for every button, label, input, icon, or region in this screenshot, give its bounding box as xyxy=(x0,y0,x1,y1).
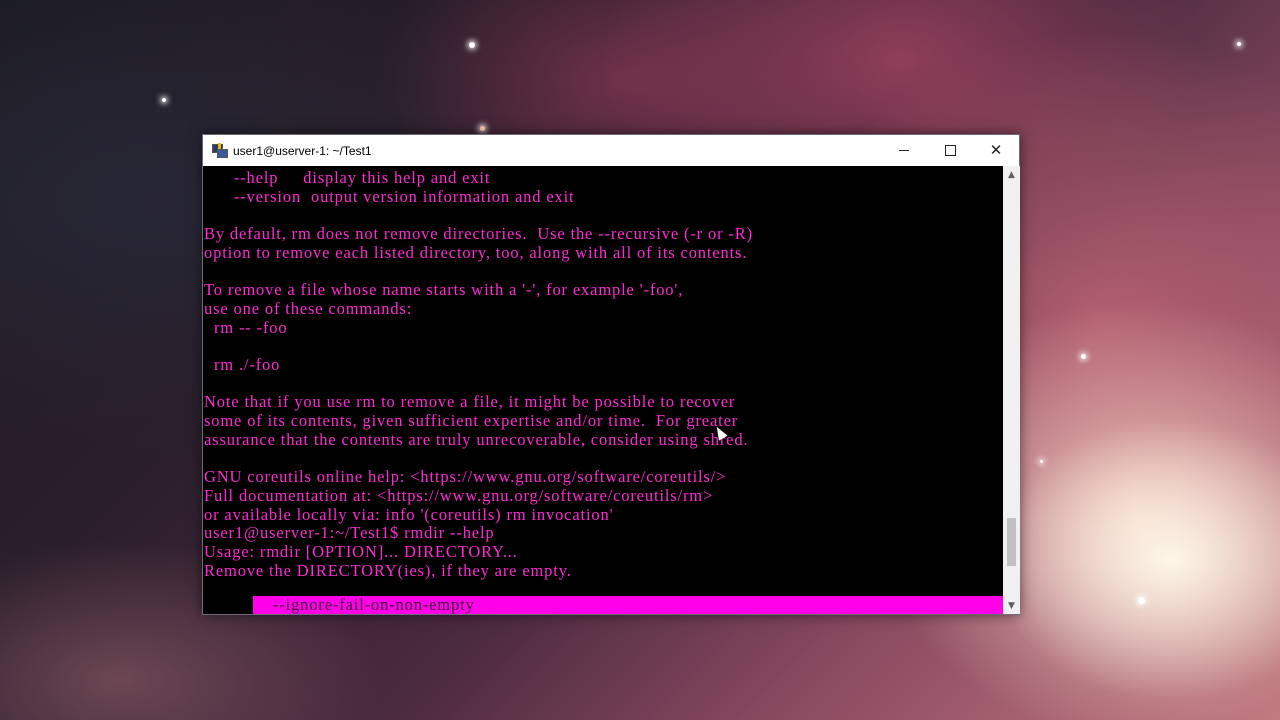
highlighted-line: --ignore-fail-on-non-empty xyxy=(263,595,475,614)
putty-icon[interactable] xyxy=(212,142,228,159)
close-button[interactable]: ✕ xyxy=(973,135,1019,166)
terminal-line: rm ./-foo xyxy=(204,355,281,374)
terminal-line: rm -- -foo xyxy=(204,317,288,337)
scroll-down-icon[interactable]: ▼ xyxy=(1003,597,1020,614)
terminal-line: GNU coreutils online help: <https://www.… xyxy=(204,467,727,487)
window-title: user1@userver-1: ~/Test1 xyxy=(233,143,372,158)
star xyxy=(480,126,485,131)
terminal-line: assurance that the contents are truly un… xyxy=(204,429,749,449)
terminal-line: option to remove each listed directory, … xyxy=(204,242,748,262)
close-icon: ✕ xyxy=(989,141,1003,159)
scroll-thumb[interactable] xyxy=(1007,518,1016,566)
terminal-line: Usage: rmdir [OPTION]... DIRECTORY... xyxy=(204,542,518,561)
star xyxy=(469,42,475,48)
star xyxy=(1081,354,1086,359)
maximize-icon xyxy=(944,145,956,156)
maximize-button[interactable] xyxy=(927,135,973,166)
terminal-line: or available locally via: info '(coreuti… xyxy=(204,504,614,524)
terminal-line: some of its contents, given sufficient e… xyxy=(204,411,739,431)
terminal-line: By default, rm does not remove directori… xyxy=(204,224,753,244)
vertical-scrollbar[interactable]: ▲ ▼ xyxy=(1003,166,1020,614)
star xyxy=(1138,597,1145,604)
terminal-output[interactable]: Remove the DIRECTORY(ies), if they are e… xyxy=(203,166,1003,614)
window-controls: ✕ xyxy=(881,135,1019,166)
terminal-line: Note that if you use rm to remove a file… xyxy=(204,392,736,412)
terminal-line: Full documentation at: <https://www.gnu.… xyxy=(204,485,714,505)
terminal-window: user1@userver-1: ~/Test1 ✕ Remove the DI… xyxy=(202,134,1020,615)
terminal-line: --version output version information and… xyxy=(204,186,575,206)
scroll-up-icon[interactable]: ▲ xyxy=(1003,166,1020,183)
star xyxy=(162,98,166,102)
star xyxy=(1237,42,1241,46)
title-bar[interactable]: user1@userver-1: ~/Test1 ✕ xyxy=(203,135,1019,166)
terminal-line: Remove the DIRECTORY(ies), if they are e… xyxy=(204,560,572,580)
star xyxy=(1040,460,1043,463)
terminal-line: use one of these commands: xyxy=(204,298,413,318)
minimize-button[interactable] xyxy=(881,135,927,166)
minimize-icon xyxy=(899,149,909,151)
terminal-line: --help display this help and exit xyxy=(204,168,491,187)
terminal-line: To remove a file whose name starts with … xyxy=(204,280,684,300)
terminal-line: user1@userver-1:~/Test1$ rmdir --help xyxy=(204,523,495,543)
